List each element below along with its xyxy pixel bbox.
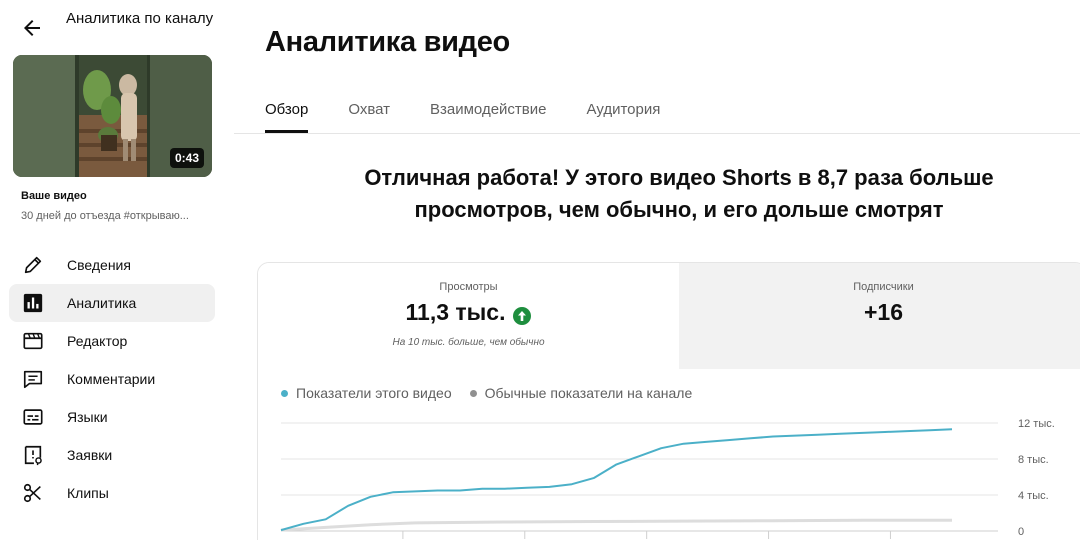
claims-icon <box>21 443 45 467</box>
metric-value: +16 <box>863 299 903 325</box>
y-tick-label: 0 <box>1018 526 1024 538</box>
series-line-typical <box>280 518 952 532</box>
sidebar-item-label: Заявки <box>67 447 113 463</box>
metric-subscribers[interactable]: Подписчики +16 <box>679 263 1080 369</box>
sidebar-item-clips[interactable]: Клипы <box>9 474 215 512</box>
sidebar: Аналитика по каналу 0:43 Ваше видео 30 д… <box>0 0 232 540</box>
video-description: 30 дней до отъезда #открываю... <box>21 210 189 222</box>
metric-label: Просмотры <box>439 281 498 293</box>
tab-bar: Обзор Охват Взаимодействие Аудитория <box>265 96 700 133</box>
chart-legend: Показатели этого видео Обычные показател… <box>281 385 710 401</box>
pencil-icon <box>21 253 45 277</box>
sidebar-item-analytics[interactable]: Аналитика <box>9 284 215 322</box>
y-tick-label: 4 тыс. <box>1018 490 1049 502</box>
scissors-icon <box>21 481 45 505</box>
subtitles-icon <box>21 405 45 429</box>
sidebar-title: Аналитика по каналу <box>66 10 214 27</box>
sidebar-item-comments[interactable]: Комментарии <box>9 360 215 398</box>
metric-comparison: На 10 тыс. больше, чем обычно <box>392 337 545 348</box>
sidebar-item-details[interactable]: Сведения <box>9 246 215 284</box>
tabs-divider <box>234 133 1080 134</box>
legend-item-typical[interactable]: Обычные показатели на канале <box>469 385 693 401</box>
tab-engagement[interactable]: Взаимодействие <box>430 96 546 133</box>
legend-label: Обычные показатели на канале <box>484 385 693 401</box>
main-content: Аналитика видео Обзор Охват Взаимодейств… <box>234 0 1080 540</box>
series-line-this-video <box>280 428 953 532</box>
tab-overview[interactable]: Обзор <box>265 96 309 133</box>
metric-views[interactable]: Просмотры 11,3 тыс. На 10 тыс. больше, ч… <box>258 263 679 369</box>
sidebar-item-languages[interactable]: Языки <box>9 398 215 436</box>
sidebar-item-claims[interactable]: Заявки <box>9 436 215 474</box>
editor-icon <box>21 329 45 353</box>
metrics-card: Просмотры 11,3 тыс. На 10 тыс. больше, ч… <box>257 262 1080 540</box>
page-title: Аналитика видео <box>265 26 510 58</box>
y-tick-label: 8 тыс. <box>1018 454 1049 466</box>
arrow-up-circle-icon <box>513 304 532 325</box>
legend-dot <box>281 389 288 397</box>
sidebar-nav: Сведения Аналитика Редактор Комментарии … <box>9 246 215 512</box>
sidebar-item-label: Языки <box>67 409 108 425</box>
video-thumbnail[interactable]: 0:43 <box>13 55 212 177</box>
back-arrow-icon[interactable] <box>20 16 44 40</box>
sidebar-item-label: Редактор <box>67 333 128 349</box>
y-tick-label: 12 тыс. <box>1018 418 1055 430</box>
sidebar-item-label: Аналитика <box>67 295 137 311</box>
sidebar-item-label: Комментарии <box>67 371 156 387</box>
metric-value-row: 11,3 тыс. <box>258 299 679 326</box>
views-chart[interactable]: 12 тыс. 8 тыс. 4 тыс. 0 <box>258 413 1080 540</box>
legend-dot <box>469 389 477 397</box>
sidebar-item-label: Клипы <box>67 485 109 501</box>
comments-icon <box>21 367 45 391</box>
your-video-label: Ваше видео <box>21 190 87 202</box>
metric-label: Подписчики <box>853 281 914 293</box>
video-duration: 0:43 <box>169 148 204 168</box>
tab-audience[interactable]: Аудитория <box>586 96 660 133</box>
sidebar-item-label: Сведения <box>67 257 131 273</box>
legend-label: Показатели этого видео <box>296 385 452 401</box>
legend-item-this-video[interactable]: Показатели этого видео <box>281 385 452 401</box>
tab-reach[interactable]: Охват <box>348 96 390 133</box>
metric-value: 11,3 тыс. <box>405 299 506 325</box>
analytics-icon <box>21 291 45 315</box>
sidebar-item-editor[interactable]: Редактор <box>9 322 215 360</box>
headline: Отличная работа! У этого видео Shorts в … <box>364 165 994 222</box>
